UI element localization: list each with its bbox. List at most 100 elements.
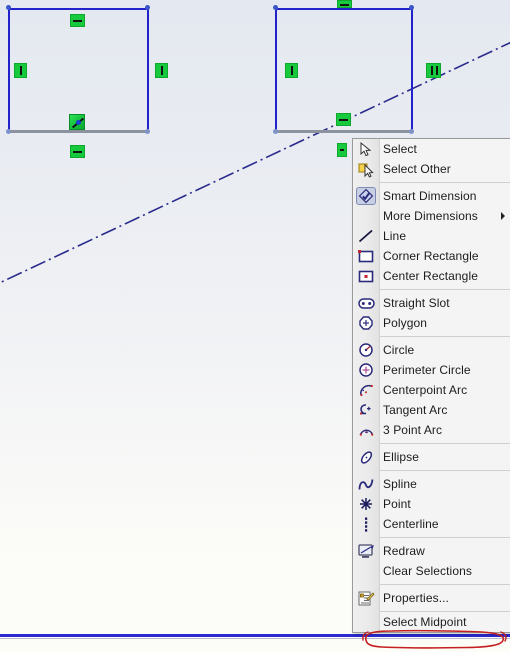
menu-item-label: Straight Slot [383, 296, 450, 310]
line-icon [356, 227, 376, 245]
no-icon [356, 207, 376, 225]
menu-separator [380, 336, 510, 337]
rect-right-right-edge[interactable] [411, 8, 413, 133]
menu-item-smart-dimension[interactable]: Smart Dimension [353, 186, 510, 206]
polygon-icon [356, 314, 376, 332]
menu-item-tangent-arc[interactable]: Tangent Arc [353, 400, 510, 420]
redraw-icon [356, 542, 376, 560]
constraint-vertical-left-right[interactable] [285, 63, 298, 78]
bottom-reference-line[interactable] [0, 634, 510, 637]
submenu-arrow-icon [501, 212, 505, 220]
menu-item-label: Clear Selections [383, 564, 472, 578]
centerline-icon [356, 515, 376, 533]
no-icon [356, 613, 376, 631]
menu-item-label: Select Other [383, 162, 451, 176]
rect-right-node-br[interactable] [409, 129, 414, 134]
menu-item-label: Select Midpoint [383, 615, 467, 629]
menu-item-more-dimensions[interactable]: More Dimensions [353, 206, 510, 226]
menu-item-select-midpoint[interactable]: Select Midpoint [353, 612, 510, 632]
point-icon [356, 495, 376, 513]
rect-left-node-tl[interactable] [6, 5, 11, 10]
menu-item-label: Select [383, 142, 417, 156]
constraint-parallel-right-right[interactable] [426, 63, 441, 78]
constraint-horizontal-below-right[interactable] [337, 143, 347, 157]
rect-left-top-edge[interactable] [8, 8, 149, 10]
rect-right-node-tr[interactable] [409, 5, 414, 10]
select-other-icon [356, 160, 376, 178]
rect-left-left-edge[interactable] [8, 8, 10, 133]
arrow-cursor-icon [356, 140, 376, 158]
menu-item-straight-slot[interactable]: Straight Slot [353, 293, 510, 313]
menu-separator [380, 470, 510, 471]
menu-item-point[interactable]: Point [353, 494, 510, 514]
menu-item-label: Ellipse [383, 450, 420, 464]
menu-item-label: Smart Dimension [383, 189, 477, 203]
menu-separator [380, 289, 510, 290]
spline-icon [356, 475, 376, 493]
menu-item-centerline[interactable]: Centerline [353, 514, 510, 534]
no-icon [356, 562, 376, 580]
menu-item-spline[interactable]: Spline [353, 474, 510, 494]
properties-icon [356, 589, 376, 607]
rect-left-node-bl[interactable] [6, 129, 11, 134]
menu-separator [380, 182, 510, 183]
menu-item-label: Tangent Arc [383, 403, 448, 417]
ellipse-icon [356, 448, 376, 466]
center-rectangle-icon [356, 267, 376, 285]
rect-right-left-edge[interactable] [275, 8, 277, 133]
menu-item-properties[interactable]: Properties... [353, 588, 510, 608]
circle-icon [356, 341, 376, 359]
application-window: Select Select Other Smart Dimension More Di… [0, 0, 510, 652]
rect-left-node-tr[interactable] [145, 5, 150, 10]
straight-slot-icon [356, 294, 376, 312]
rect-left-right-edge[interactable] [147, 8, 149, 133]
rect-right-bottom-edge-selected[interactable] [276, 130, 412, 133]
menu-item-corner-rectangle[interactable]: Corner Rectangle [353, 246, 510, 266]
constraint-vertical-right-left[interactable] [155, 63, 168, 78]
sketch-context-menu[interactable]: Select Select Other Smart Dimension More Di… [352, 138, 510, 633]
menu-item-line[interactable]: Line [353, 226, 510, 246]
tangent-arc-icon [356, 401, 376, 419]
menu-separator [380, 584, 510, 585]
constraint-horizontal-bottom-right[interactable] [336, 113, 351, 126]
menu-item-label: 3 Point Arc [383, 423, 443, 437]
menu-item-ellipse[interactable]: Ellipse [353, 447, 510, 467]
smart-dimension-icon [356, 187, 376, 205]
menu-item-label: Redraw [383, 544, 425, 558]
menu-item-label: Centerline [383, 517, 439, 531]
rect-right-node-tl[interactable] [273, 5, 278, 10]
corner-rectangle-icon [356, 247, 376, 265]
rect-right-node-bl[interactable] [273, 129, 278, 134]
constraint-horizontal-top-right[interactable] [337, 0, 352, 8]
menu-item-center-rectangle[interactable]: Center Rectangle [353, 266, 510, 286]
menu-item-redraw[interactable]: Redraw [353, 541, 510, 561]
three-point-arc-icon [356, 421, 376, 439]
menu-item-label: Point [383, 497, 411, 511]
menu-item-circle[interactable]: Circle [353, 340, 510, 360]
menu-separator [380, 443, 510, 444]
menu-item-label: Line [383, 229, 407, 243]
menu-item-select-other[interactable]: Select Other [353, 159, 510, 179]
menu-item-select[interactable]: Select [353, 139, 510, 159]
menu-item-centerpoint-arc[interactable]: Centerpoint Arc [353, 380, 510, 400]
constraint-vertical-left-left[interactable] [14, 63, 27, 78]
menu-item-label: Perimeter Circle [383, 363, 471, 377]
menu-item-perimeter-circle[interactable]: Perimeter Circle [353, 360, 510, 380]
constraint-horizontal-bottom-left[interactable] [70, 145, 85, 158]
menu-item-label: Properties... [383, 591, 449, 605]
rect-left-node-br[interactable] [145, 129, 150, 134]
rect-left-bottom-edge-selected[interactable] [9, 130, 148, 133]
menu-item-3-point-arc[interactable]: 3 Point Arc [353, 420, 510, 440]
centerpoint-arc-icon [356, 381, 376, 399]
menu-item-label: Polygon [383, 316, 428, 330]
constraint-midpoint-left[interactable] [69, 114, 85, 130]
menu-separator [380, 537, 510, 538]
constraint-horizontal-top-left[interactable] [70, 14, 85, 27]
menu-item-clear-selections[interactable]: Clear Selections [353, 561, 510, 581]
bottom-reference-line-shadow [0, 638, 510, 639]
menu-item-label: Circle [383, 343, 415, 357]
perimeter-circle-icon [356, 361, 376, 379]
menu-item-polygon[interactable]: Polygon [353, 313, 510, 333]
menu-item-label: Corner Rectangle [383, 249, 479, 263]
rect-right-top-edge[interactable] [275, 8, 413, 10]
